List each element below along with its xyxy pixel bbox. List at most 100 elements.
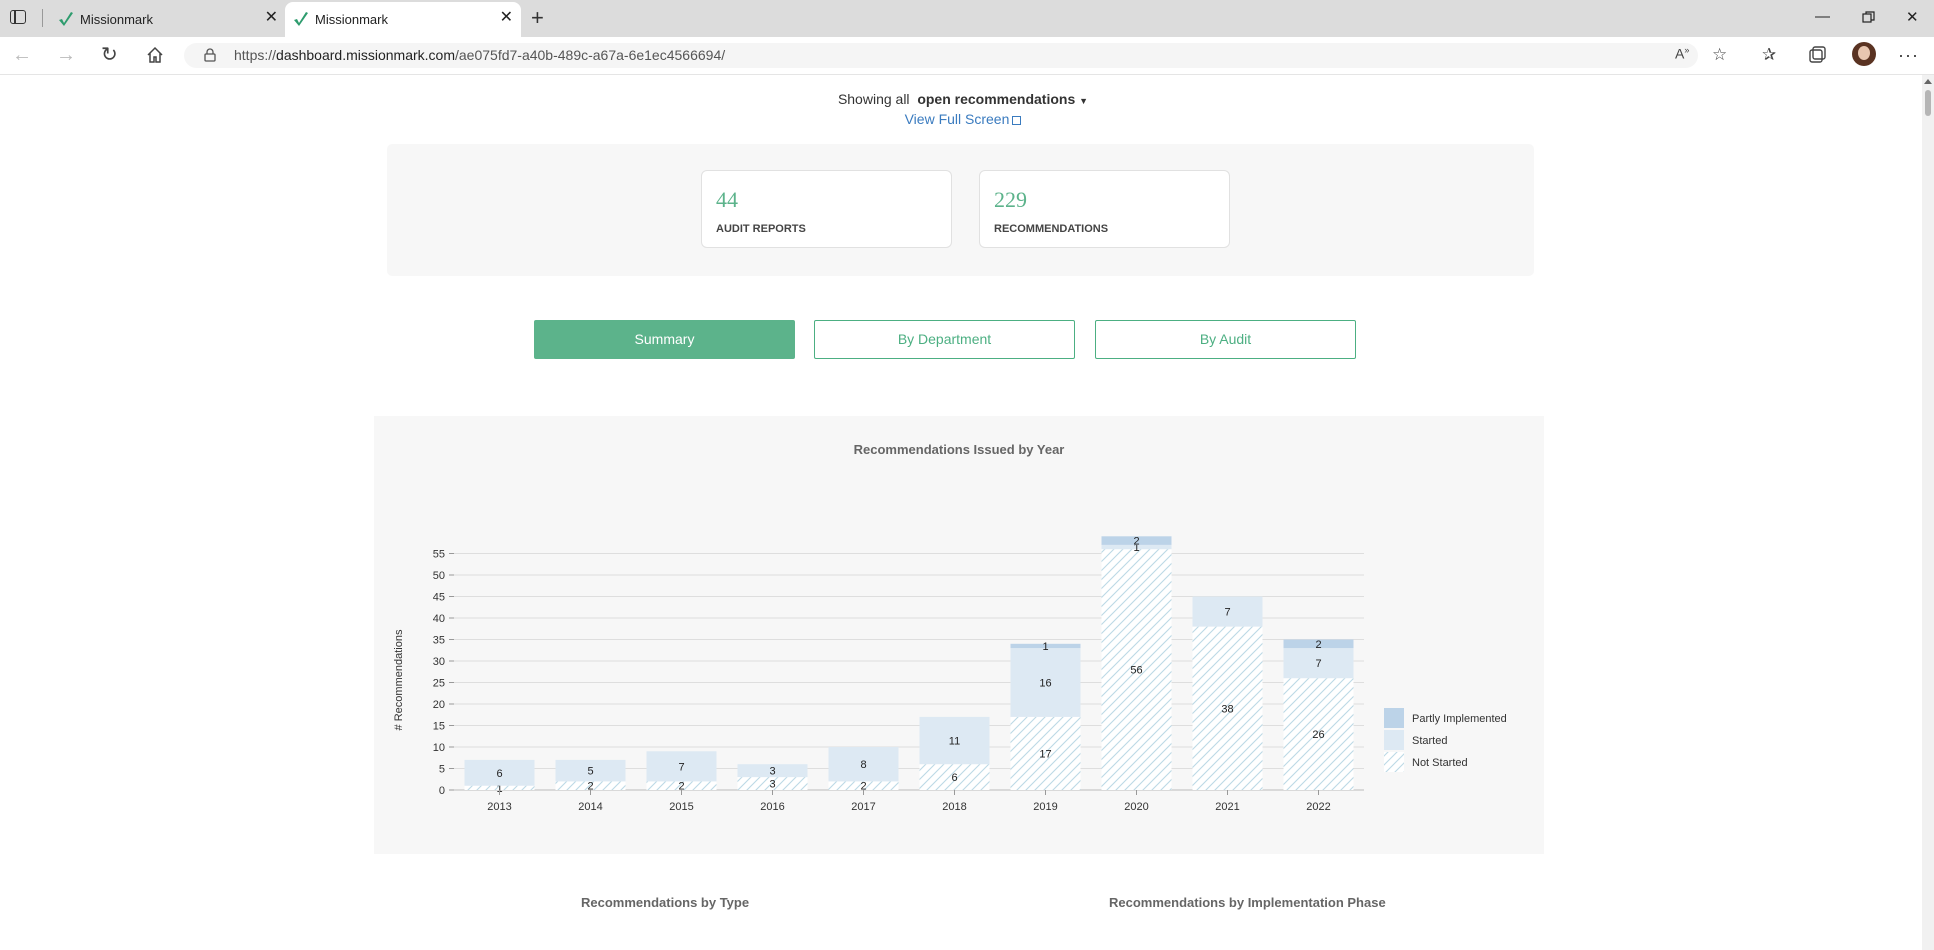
filter-selected-value: open recommendations <box>917 91 1076 107</box>
y-tick-label: 45 <box>433 592 445 604</box>
stat-label: RECOMMENDATIONS <box>994 223 1109 235</box>
data-label: 6 <box>951 772 957 784</box>
full-screen-icon <box>1012 116 1022 125</box>
more-options-icon[interactable]: ··· <box>1898 45 1919 66</box>
data-label: 3 <box>769 779 775 791</box>
recommendations-by-type-title: Recommendations by Type <box>581 895 750 910</box>
tab-title: Missionmark <box>80 12 153 27</box>
read-aloud-icon[interactable]: A» <box>1675 45 1695 65</box>
data-label: 17 <box>1039 748 1051 760</box>
stat-label: AUDIT REPORTS <box>716 223 806 235</box>
profile-avatar[interactable] <box>1852 42 1876 66</box>
y-tick-label: 20 <box>433 699 445 711</box>
y-tick-label: 10 <box>433 742 445 754</box>
x-tick-label: 2020 <box>1124 801 1148 813</box>
by-audit-tab-button[interactable]: By Audit <box>1095 320 1356 359</box>
x-tick-label: 2013 <box>487 801 511 813</box>
y-axis-label: # Recommendations <box>393 629 405 730</box>
tab-actions-icon[interactable] <box>10 10 26 24</box>
legend-swatch <box>1384 730 1404 750</box>
home-icon[interactable] <box>146 46 164 64</box>
new-tab-icon[interactable]: + <box>531 5 544 31</box>
by-department-tab-button[interactable]: By Department <box>814 320 1075 359</box>
chart-svg: 0510152025303540455055# Recommendations1… <box>393 536 1507 813</box>
browser-tab-2[interactable]: Missionmark ✕ <box>285 2 521 37</box>
legend-entry: Partly Implemented <box>1412 713 1507 725</box>
data-label: 2 <box>1133 536 1139 548</box>
collections-icon[interactable] <box>1807 45 1827 65</box>
x-tick-label: 2015 <box>669 801 693 813</box>
back-icon[interactable]: ← <box>12 43 32 67</box>
stat-card-audit-reports: 44 AUDIT REPORTS <box>701 170 952 248</box>
data-label: 3 <box>769 766 775 778</box>
missionmark-favicon-icon <box>294 12 308 26</box>
legend-entry: Started <box>1412 735 1447 747</box>
add-favorite-icon[interactable]: ☆ <box>1712 45 1732 65</box>
data-label: 5 <box>587 766 593 778</box>
browser-titlebar: Missionmark ✕ Missionmark ✕ + — ✕ <box>0 0 1934 37</box>
page-content: Showing all open recommendations ▼ View … <box>8 75 1918 950</box>
recommendation-filter-dropdown[interactable]: open recommendations ▼ <box>917 91 1088 107</box>
missionmark-favicon-icon <box>59 12 73 26</box>
full-screen-label: View Full Screen <box>904 111 1010 127</box>
y-tick-label: 5 <box>439 764 445 776</box>
data-label: 7 <box>1315 658 1321 670</box>
x-tick-label: 2019 <box>1033 801 1057 813</box>
tab-title: Missionmark <box>315 12 388 27</box>
view-full-screen-link[interactable]: View Full Screen <box>8 111 1918 127</box>
recommendations-by-year-chart: Recommendations Issued by Year 0 5 10 15 20 2… <box>374 416 1544 854</box>
stat-value: 229 <box>994 187 1027 212</box>
tab-separator <box>42 9 43 27</box>
y-tick-label: 50 <box>433 570 445 582</box>
summary-tab-button[interactable]: Summary <box>534 320 795 359</box>
favorites-icon[interactable]: ✰ <box>1762 45 1782 65</box>
recommendations-by-phase-title: Recommendations by Implementation Phase <box>1109 895 1386 910</box>
url-text: https://dashboard.missionmark.com/ae075f… <box>234 47 725 63</box>
minimize-icon[interactable]: — <box>1815 8 1830 25</box>
y-tick-label: 0 <box>439 785 445 797</box>
y-tick-label: 35 <box>433 635 445 647</box>
vertical-scrollbar[interactable] <box>1922 75 1934 950</box>
x-tick-label: 2018 <box>942 801 966 813</box>
data-label: 1 <box>1042 641 1048 653</box>
stat-value: 44 <box>716 187 738 212</box>
url-host: dashboard.missionmark.com <box>276 47 455 63</box>
showing-prefix: Showing all <box>837 91 910 107</box>
filter-line: Showing all open recommendations ▼ <box>8 91 1918 107</box>
data-label: 6 <box>496 768 502 780</box>
stats-panel: 44 AUDIT REPORTS 229 RECOMMENDATIONS <box>387 144 1534 276</box>
scroll-up-icon[interactable] <box>1924 79 1932 84</box>
refresh-icon[interactable]: ↻ <box>101 43 118 67</box>
close-tab-icon[interactable]: ✕ <box>500 10 513 26</box>
y-tick-label: 30 <box>433 656 445 668</box>
x-tick-label: 2021 <box>1215 801 1239 813</box>
forward-icon[interactable]: → <box>56 43 76 67</box>
legend-entry: Not Started <box>1412 757 1468 769</box>
data-label: 56 <box>1130 665 1142 677</box>
browser-tab-1[interactable]: Missionmark ✕ <box>50 2 286 37</box>
browser-toolbar: ← → ↻ https://dashboard.missionmark.com/… <box>0 37 1934 75</box>
y-tick-label: 55 <box>433 549 445 561</box>
url-prefix: https:// <box>234 47 277 63</box>
scroll-thumb[interactable] <box>1925 90 1931 116</box>
restore-icon[interactable] <box>1862 11 1875 24</box>
address-bar[interactable]: https://dashboard.missionmark.com/ae075f… <box>184 43 1698 68</box>
lock-icon[interactable] <box>204 48 216 62</box>
data-label: 7 <box>1224 607 1230 619</box>
legend-swatch <box>1384 752 1404 772</box>
close-tab-icon[interactable]: ✕ <box>265 10 278 26</box>
data-label: 16 <box>1039 678 1051 690</box>
data-label: 38 <box>1221 703 1233 715</box>
stat-card-recommendations: 229 RECOMMENDATIONS <box>979 170 1230 248</box>
data-label: 7 <box>678 761 684 773</box>
y-tick-label: 40 <box>433 613 445 625</box>
y-tick-label: 15 <box>433 721 445 733</box>
x-tick-label: 2022 <box>1306 801 1330 813</box>
data-label: 2 <box>1315 639 1321 651</box>
close-window-icon[interactable]: ✕ <box>1906 8 1919 26</box>
data-label: 11 <box>949 736 960 748</box>
x-tick-label: 2016 <box>760 801 784 813</box>
data-label: 26 <box>1312 729 1324 741</box>
url-path: /ae075fd7-a40b-489c-a67a-6e1ec4566694/ <box>455 47 726 63</box>
legend-swatch <box>1384 708 1404 728</box>
